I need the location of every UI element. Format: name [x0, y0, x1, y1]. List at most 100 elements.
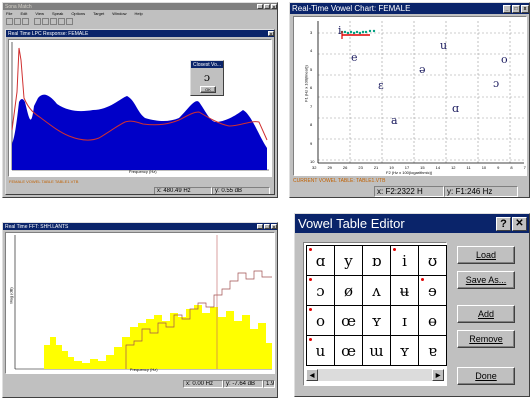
vowel-cell[interactable]: ɪ — [391, 306, 418, 335]
vowel-cell-symbol: ɵ — [427, 311, 438, 330]
play-icon[interactable] — [42, 18, 49, 25]
load-button[interactable]: Load — [457, 246, 515, 264]
lpc-close-button[interactable]: x — [268, 31, 274, 36]
new-icon[interactable] — [6, 18, 13, 25]
vowel-cell-symbol: ɔ — [316, 281, 325, 300]
vowel-point-o: o — [501, 53, 508, 66]
vowel-cell-symbol: i — [402, 251, 407, 270]
fft-title: Real Time FFT: SHH.LANTS — [5, 223, 69, 230]
vowel-chart-plot-area[interactable]: i e ɛ a ə u o ɔ ɑ 32 29 26 23 21 19 17 1… — [293, 16, 527, 176]
vowel-cell[interactable]: œ — [335, 336, 362, 365]
closest-vowel-title: Closest Vo... — [193, 61, 222, 68]
vowel-cell[interactable]: ø — [335, 276, 362, 305]
add-button[interactable]: Add — [457, 305, 515, 323]
vowel-chart-close-button[interactable]: x — [521, 4, 529, 13]
vowel-table-editor-title: Vowel Table Editor — [298, 216, 405, 231]
scroll-right-icon[interactable]: ▶ — [432, 369, 444, 381]
vowel-cell[interactable]: ʉ — [391, 276, 418, 305]
vowel-cell[interactable]: ɐ — [419, 336, 446, 365]
vowel-chart-gridlines — [318, 21, 524, 163]
menu-file[interactable]: File — [6, 11, 12, 16]
minimize-button[interactable]: _ — [257, 4, 263, 9]
y-tick: 3 — [310, 30, 313, 35]
save-icon[interactable] — [22, 18, 29, 25]
marked-dot-icon — [309, 338, 312, 341]
menu-edit[interactable]: Edit — [20, 11, 27, 16]
vowel-cell[interactable]: o — [307, 306, 334, 335]
vowel-cell-symbol: ø — [343, 281, 354, 300]
lpc-status-x: x: 480.49 Hz — [154, 187, 212, 194]
vowel-cell[interactable]: ʊ — [419, 246, 446, 275]
vowel-cell[interactable]: ʌ — [363, 276, 390, 305]
fft-plot-area[interactable]: Mag (dB) Frequency (Hz) — [5, 232, 275, 374]
scroll-track[interactable] — [318, 369, 432, 381]
closest-vowel-ok-button[interactable]: OK — [200, 86, 216, 93]
vowel-cell[interactable]: ɒ — [363, 246, 390, 275]
vowel-cell[interactable]: œ — [335, 306, 362, 335]
menu-window[interactable]: Window — [112, 11, 126, 16]
vowel-cell[interactable]: y — [335, 246, 362, 275]
vowel-chart-y-ticks: 3 4 5 6 7 8 9 10 — [310, 30, 314, 164]
remove-button[interactable]: Remove — [457, 330, 515, 348]
record-icon[interactable] — [34, 18, 41, 25]
fft-minimize-button[interactable]: _ — [257, 224, 263, 229]
horizontal-scrollbar[interactable]: ◀ ▶ — [306, 369, 444, 381]
vowel-point-u: u — [440, 39, 448, 52]
menu-speak[interactable]: Speak — [52, 11, 63, 16]
main-window-titlebar: Sona Match _ □ x — [3, 3, 277, 10]
vowel-grid[interactable]: ɑyɒiʊɔøʌʉɘoœʏɪɵuœɯʏɐ — [306, 245, 447, 366]
vowel-cell[interactable]: ɵ — [419, 306, 446, 335]
vowel-cell[interactable]: u — [307, 336, 334, 365]
fft-maximize-button[interactable]: □ — [264, 224, 270, 229]
menu-help[interactable]: Help — [134, 11, 142, 16]
x-tick: 21 — [373, 165, 379, 170]
x-tick: 29 — [327, 165, 332, 170]
vowel-cell[interactable]: ɘ — [419, 276, 446, 305]
done-button[interactable]: Done — [457, 367, 515, 385]
y-tick: 6 — [310, 85, 313, 91]
close-button[interactable]: x — [271, 4, 277, 9]
lpc-footer-label: FEMALE VOWEL TABLE TABLE1.VTB — [9, 179, 79, 184]
vowel-cell[interactable]: ʏ — [363, 306, 390, 335]
vowel-chart-titlebar: Real-Time Vowel Chart: FEMALE _ □ x — [290, 3, 529, 14]
vowel-chart-grid — [317, 21, 524, 164]
vowel-cell-symbol: ɑ — [315, 251, 326, 270]
vowel-chart-maximize-button[interactable]: □ — [512, 4, 520, 13]
fft-window: Real Time FFT: SHH.LANTS _ □ x Mag (dB) … — [2, 222, 278, 398]
stop-icon[interactable] — [50, 18, 57, 25]
fft-close-button[interactable]: x — [271, 224, 277, 229]
x-tick: 26 — [342, 165, 348, 170]
closest-vowel-symbol: ɔ — [203, 71, 211, 84]
scroll-left-icon[interactable]: ◀ — [306, 369, 318, 381]
y-tick: 7 — [310, 103, 313, 109]
vowel-chart-minimize-button[interactable]: _ — [503, 4, 511, 13]
vowel-cell[interactable]: ɔ — [307, 276, 334, 305]
menu-options[interactable]: Options — [71, 11, 85, 16]
lpc-title: Real Time LPC Response: FEMALE — [8, 30, 89, 37]
y-tick: 8 — [310, 122, 313, 128]
fft-chart — [14, 235, 272, 370]
vowel-point-schwa: ə — [419, 63, 426, 76]
menu-target[interactable]: Target — [93, 11, 104, 16]
open-icon[interactable] — [14, 18, 21, 25]
vowel-point-open-o: ɔ — [493, 77, 500, 90]
vowel-cell[interactable]: i — [391, 246, 418, 275]
vowel-cell[interactable]: ɑ — [307, 246, 334, 275]
maximize-button[interactable]: □ — [264, 4, 270, 9]
menu-view[interactable]: View — [35, 11, 44, 16]
help-button[interactable]: ? — [496, 216, 511, 231]
fft-x-axis-label: Frequency (Hz) — [130, 367, 158, 372]
y-tick: 5 — [310, 66, 313, 72]
vowel-cell-symbol: ɐ — [428, 341, 437, 360]
vowel-cell-symbol: y — [344, 251, 353, 270]
save-as-button[interactable]: Save As... — [457, 271, 515, 289]
vowel-cell[interactable]: ʏ — [391, 336, 418, 365]
main-window-title: Sona Match — [5, 3, 32, 10]
fft-status-x: x: 0.00 Hz — [183, 380, 223, 388]
close-button[interactable]: ✕ — [512, 216, 527, 231]
vowel-cell[interactable]: ɯ — [363, 336, 390, 365]
pause-icon[interactable] — [58, 18, 65, 25]
settings-icon[interactable] — [66, 18, 73, 25]
lpc-plot-area[interactable]: Frequency (Hz) — [8, 39, 272, 177]
vowel-table-editor: Vowel Table Editor ? ✕ ɑyɒiʊ ɔøʌʉɘ oœʏɪɵ uœ… — [294, 213, 530, 397]
